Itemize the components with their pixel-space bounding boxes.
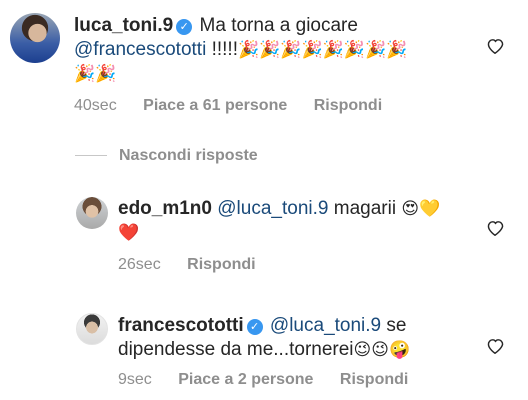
comment-body: se — [386, 315, 407, 336]
avatar-francescototti[interactable] — [76, 313, 108, 345]
comment-username[interactable]: francescototti — [118, 315, 244, 336]
party-emoji: 🎉🎉🎉🎉🎉🎉🎉🎉 — [237, 40, 408, 60]
reply-button[interactable]: Rispondi — [340, 371, 408, 388]
red-heart-emoji: ❤️ — [118, 223, 140, 243]
heart-eyes-emoji: 😍💛 — [401, 199, 441, 219]
verified-badge-icon: ✓ — [246, 319, 263, 335]
party-emoji: 🎉🎉 — [74, 64, 117, 84]
comment-meta: 26sec Rispondi — [118, 256, 278, 274]
comment-text: edo_m1n0 @luca_toni.9 magarii 😍💛 ❤️ — [118, 197, 478, 245]
comment-body: magarii — [333, 198, 397, 219]
likes-count[interactable]: Piace a 61 persone — [143, 97, 287, 114]
comment-text: luca_toni.9 ✓ Ma torna a giocare @frances… — [74, 14, 474, 86]
comment-time: 26sec — [118, 256, 161, 273]
mention-link[interactable]: @francescototti — [74, 39, 206, 60]
avatar-luca-toni[interactable] — [10, 13, 60, 63]
reply-button[interactable]: Rispondi — [187, 256, 255, 273]
avatar-edo-m1n0[interactable] — [76, 197, 108, 229]
wink-emoji: 😉😉🤪 — [353, 340, 411, 360]
comment-time: 40sec — [74, 97, 117, 114]
heart-outline-icon[interactable] — [486, 338, 504, 354]
comment-text: francescototti ✓ @luca_toni.9 se dipendes… — [118, 314, 478, 362]
comment-meta: 9sec Piace a 2 persone Rispondi — [118, 371, 430, 389]
heart-outline-icon[interactable] — [486, 220, 504, 236]
divider — [75, 155, 107, 157]
comment-username[interactable]: luca_toni.9 — [74, 15, 173, 36]
comment-exclamations: !!!!! — [211, 39, 238, 60]
comment-time: 9sec — [118, 371, 152, 388]
likes-count[interactable]: Piace a 2 persone — [178, 371, 313, 388]
heart-outline-icon[interactable] — [486, 38, 504, 54]
mention-link[interactable]: @luca_toni.9 — [217, 198, 328, 219]
comment-body: Ma torna a giocare — [199, 15, 358, 36]
comment-body: dipendesse da me...tornerei — [118, 339, 354, 360]
mention-link[interactable]: @luca_toni.9 — [270, 315, 381, 336]
verified-badge-icon: ✓ — [176, 19, 193, 35]
comment-meta: 40sec Piace a 61 persone Rispondi — [74, 97, 404, 115]
hide-replies-button[interactable]: Nascondi risposte — [75, 147, 258, 165]
comment-username[interactable]: edo_m1n0 — [118, 198, 212, 219]
reply-button[interactable]: Rispondi — [314, 97, 382, 114]
hide-replies-label[interactable]: Nascondi risposte — [119, 147, 258, 164]
